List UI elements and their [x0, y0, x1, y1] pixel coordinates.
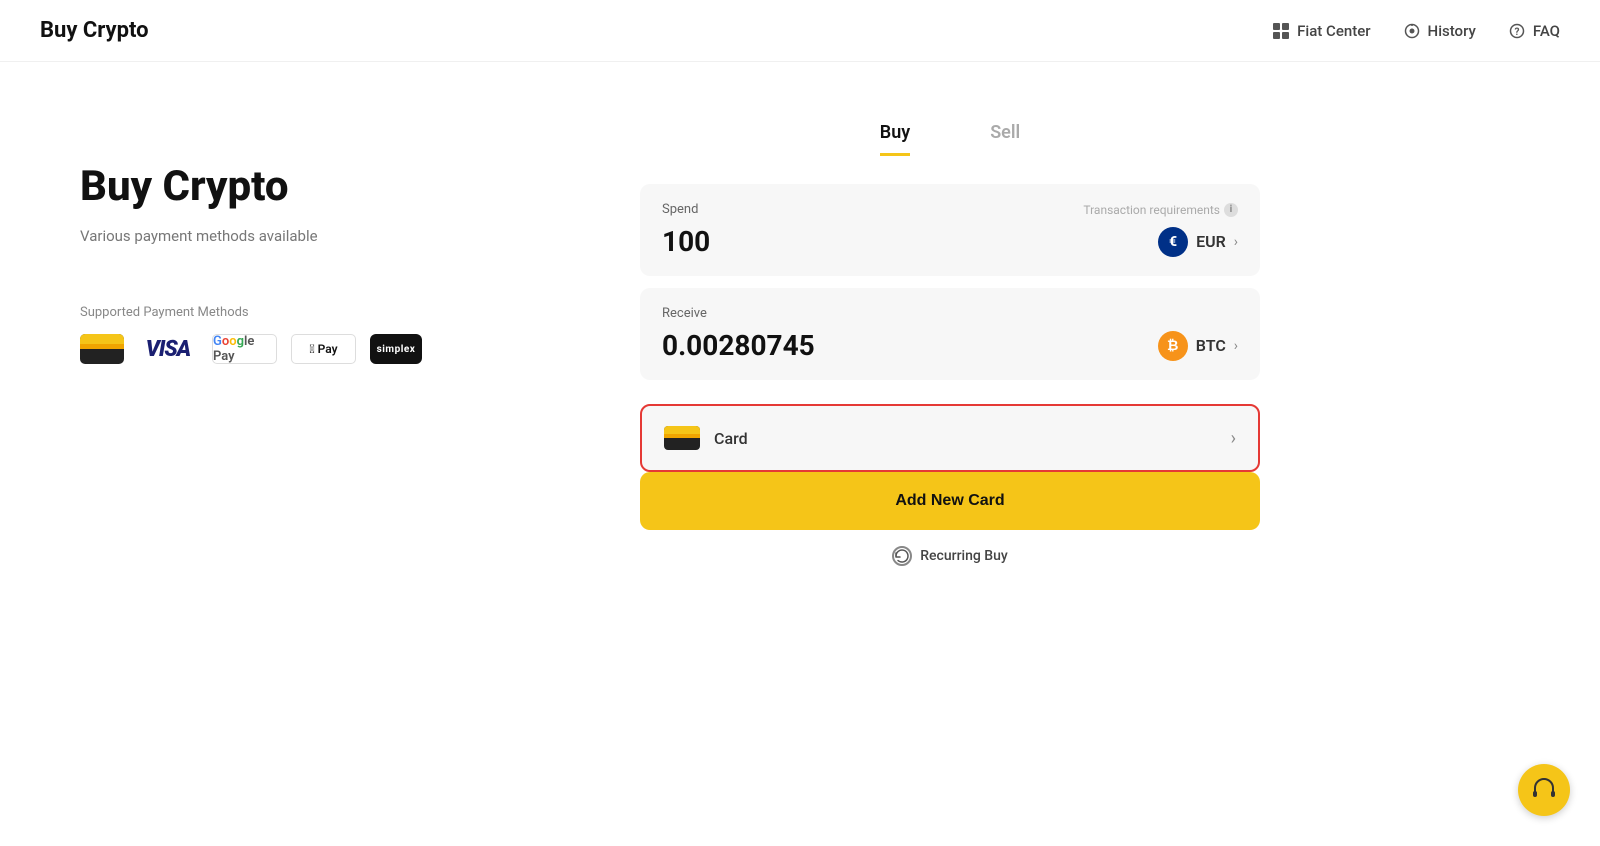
card-left: Card — [664, 426, 748, 450]
fiat-center-nav[interactable]: Fiat Center — [1272, 22, 1370, 40]
svg-text:?: ? — [1514, 27, 1519, 38]
btc-chevron: › — [1234, 338, 1238, 354]
info-icon: i — [1224, 203, 1238, 217]
recurring-icon — [892, 546, 912, 566]
card-label: Card — [714, 429, 748, 448]
history-icon — [1403, 22, 1421, 40]
spend-value-row: 100 € EUR › — [662, 225, 1238, 258]
buy-sell-tabs: Buy Sell — [640, 122, 1260, 156]
payment-icons-row: VISA Google Pay  Pay simplex — [80, 334, 560, 364]
visa-payment-icon: VISA — [138, 334, 198, 364]
left-panel: Buy Crypto Various payment methods avail… — [80, 122, 560, 798]
spend-value[interactable]: 100 — [662, 225, 710, 258]
fiat-center-label: Fiat Center — [1297, 22, 1370, 40]
faq-nav[interactable]: ? FAQ — [1508, 22, 1560, 40]
page-title: Buy Crypto — [40, 18, 149, 43]
tab-sell[interactable]: Sell — [990, 122, 1020, 156]
card-icon-medium — [664, 426, 700, 450]
main-subtitle: Various payment methods available — [80, 227, 560, 245]
receive-box: Receive 0.00280745 ₿ BTC › — [640, 288, 1260, 380]
spend-box: Spend Transaction requirements i 100 € E… — [640, 184, 1260, 276]
btc-code: BTC — [1196, 336, 1226, 355]
header: Buy Crypto Fiat Center Histor — [0, 0, 1600, 62]
headset-icon — [1532, 776, 1556, 804]
spend-label: Spend — [662, 202, 698, 217]
support-button[interactable] — [1518, 764, 1570, 816]
faq-label: FAQ — [1533, 22, 1560, 40]
receive-value[interactable]: 0.00280745 — [662, 329, 815, 362]
payment-methods-label: Supported Payment Methods — [80, 305, 560, 320]
card-chevron: › — [1231, 428, 1236, 449]
payment-methods-section: Supported Payment Methods VISA Google Pa… — [80, 305, 560, 364]
eur-code: EUR — [1196, 232, 1226, 251]
btc-icon: ₿ — [1158, 331, 1188, 361]
card-payment-icon — [80, 334, 124, 364]
recurring-buy[interactable]: Recurring Buy — [640, 546, 1260, 566]
header-nav: Fiat Center History ? FAQ — [1272, 22, 1560, 40]
history-label: History — [1428, 22, 1476, 40]
receive-label: Receive — [662, 306, 707, 321]
eur-chevron: › — [1234, 234, 1238, 250]
simplex-payment-icon: simplex — [370, 334, 422, 364]
main-content: Buy Crypto Various payment methods avail… — [0, 62, 1600, 838]
eur-currency-selector[interactable]: € EUR › — [1158, 227, 1238, 257]
card-selection[interactable]: Card › — [640, 404, 1260, 472]
spend-label-row: Spend Transaction requirements i — [662, 202, 1238, 217]
grid-icon — [1272, 22, 1290, 40]
tab-buy[interactable]: Buy — [880, 122, 910, 156]
recurring-buy-label: Recurring Buy — [920, 548, 1008, 564]
receive-label-row: Receive — [662, 306, 1238, 321]
receive-value-row: 0.00280745 ₿ BTC › — [662, 329, 1238, 362]
add-new-card-button[interactable]: Add New Card — [640, 472, 1260, 530]
main-heading: Buy Crypto — [80, 162, 560, 211]
eur-icon: € — [1158, 227, 1188, 257]
history-nav[interactable]: History — [1403, 22, 1476, 40]
btc-currency-selector[interactable]: ₿ BTC › — [1158, 331, 1238, 361]
transaction-requirements: Transaction requirements i — [1083, 203, 1238, 217]
question-icon: ? — [1508, 22, 1526, 40]
right-panel: Buy Sell Spend Transaction requirements … — [640, 122, 1260, 798]
applepay-payment-icon:  Pay — [291, 334, 356, 364]
gpay-payment-icon: Google Pay — [212, 334, 277, 364]
